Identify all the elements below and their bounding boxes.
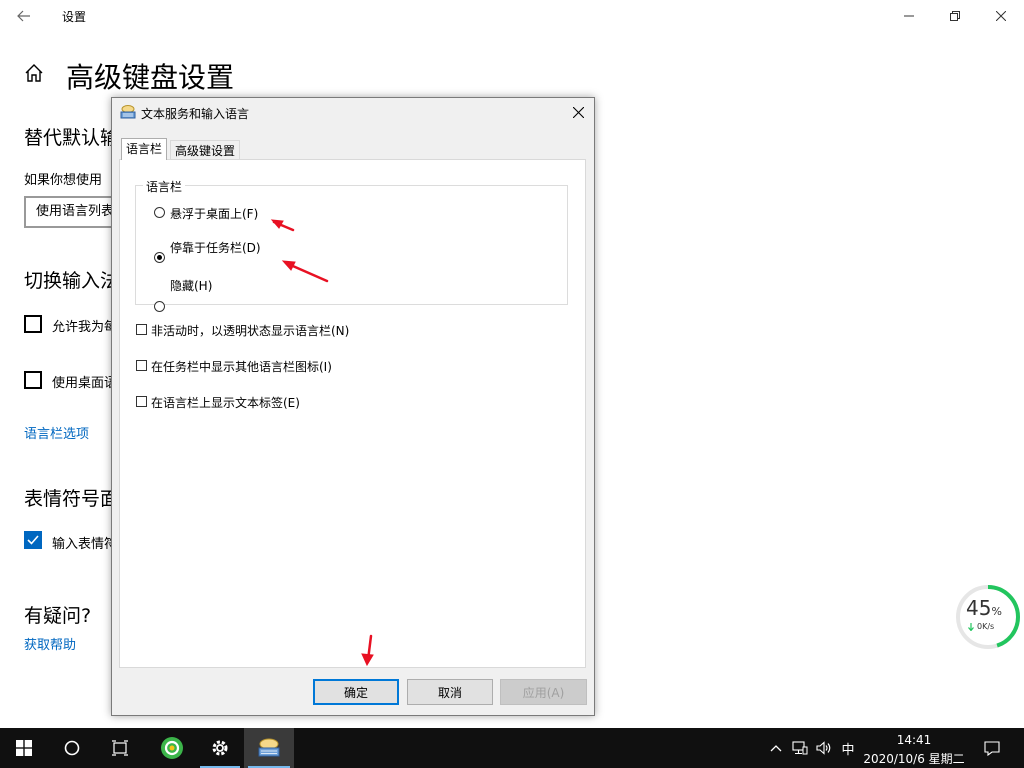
speed-value: 0K/s — [977, 622, 995, 631]
search-circle-icon — [64, 740, 80, 756]
windows-logo-icon — [16, 740, 32, 756]
show-hidden-icons-button[interactable] — [766, 728, 786, 768]
volume-button[interactable] — [813, 728, 835, 768]
speaker-icon — [816, 741, 831, 755]
task-view-icon — [112, 740, 128, 756]
percent-value: 45% — [966, 596, 1002, 620]
taskbar-app-text-services[interactable] — [244, 728, 294, 768]
taskbar-app-360[interactable] — [148, 728, 196, 768]
green-browser-icon — [161, 737, 183, 759]
annotation-arrowhead-dock — [281, 260, 296, 271]
search-button[interactable] — [48, 728, 96, 768]
annotation-arrowhead-float — [270, 219, 284, 229]
network-button[interactable] — [789, 728, 811, 768]
keyboard-icon — [258, 738, 280, 757]
gear-icon — [212, 740, 228, 756]
chevron-up-icon — [770, 745, 782, 752]
download-arrow-icon — [968, 622, 974, 631]
notification-center-button[interactable] — [978, 728, 1006, 768]
taskbar: 中 14:41 2020/10/6 星期二 — [0, 728, 1024, 768]
clock[interactable]: 14:41 2020/10/6 星期二 — [862, 730, 966, 766]
percent-number: 45 — [966, 596, 992, 620]
taskbar-app-settings[interactable] — [196, 728, 244, 768]
ime-indicator[interactable]: 中 — [837, 728, 859, 768]
network-speed-widget[interactable]: 45% 0K/s — [955, 584, 1021, 650]
tab-langbar[interactable]: 语言栏 — [121, 138, 168, 160]
clock-time: 14:41 — [896, 733, 932, 747]
task-view-button[interactable] — [96, 728, 144, 768]
notification-icon — [984, 740, 1000, 756]
clock-date: 2020/10/6 星期二 — [863, 752, 965, 766]
annotation-arrowhead-ok — [361, 653, 374, 667]
start-button[interactable] — [0, 728, 48, 768]
percent-unit: % — [991, 605, 1002, 618]
annotation-arrows — [270, 219, 374, 667]
network-icon — [792, 741, 808, 755]
speed-row: 0K/s — [968, 622, 994, 631]
